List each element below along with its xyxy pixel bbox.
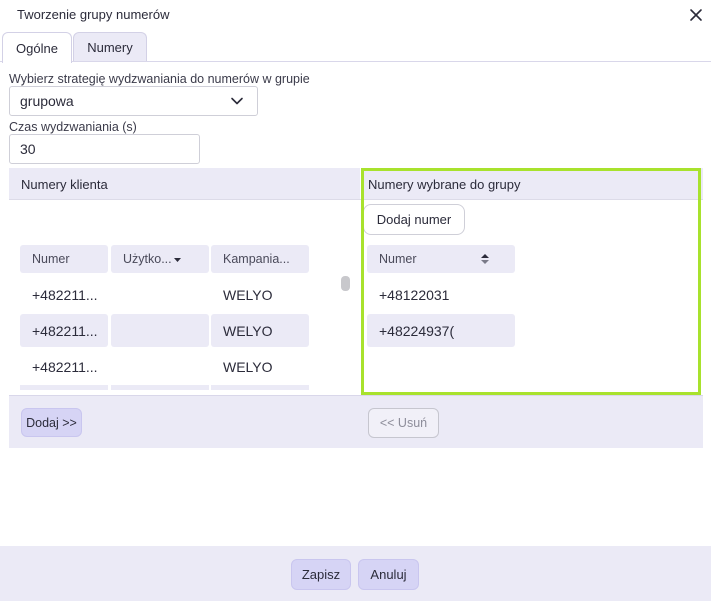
tab-general[interactable]: Ogólne	[2, 32, 72, 63]
client-numbers-header: Numery klienta	[9, 168, 360, 200]
close-icon[interactable]	[688, 7, 704, 23]
panel-divider	[9, 199, 703, 200]
table-cell-user[interactable]	[111, 278, 209, 311]
column-header-selected-number-label: Numer	[379, 252, 417, 266]
table-cell-number[interactable]: +482211...	[20, 278, 108, 311]
table-cell-number[interactable]: +482211...	[20, 314, 108, 347]
chevron-down-icon[interactable]	[230, 94, 244, 108]
table-cell-number[interactable]: +482211...	[20, 350, 108, 383]
table-cell-user[interactable]	[111, 350, 209, 383]
strategy-select[interactable]: grupowa	[9, 86, 258, 116]
sort-icon	[481, 254, 489, 264]
save-button[interactable]: Zapisz	[291, 559, 351, 590]
add-number-button[interactable]: Dodaj numer	[363, 204, 465, 235]
column-header-user[interactable]: Użytko...	[111, 245, 209, 273]
scrollbar-thumb[interactable]	[341, 276, 350, 291]
column-header-campaign[interactable]: Kampania...	[211, 245, 309, 273]
dialog-footer	[0, 546, 711, 601]
table-cell-campaign[interactable]: WELYO	[211, 314, 309, 347]
column-header-user-label: Użytko...	[123, 252, 172, 266]
table-cell-campaign[interactable]: WELYO	[211, 350, 309, 383]
selected-numbers-title: Numery wybrane do grupy	[368, 176, 521, 192]
column-header-number-label: Numer	[32, 252, 70, 266]
cancel-button[interactable]: Anuluj	[358, 559, 419, 590]
strategy-label: Wybierz strategię wydzwaniania do numeró…	[9, 72, 310, 86]
selected-number-cell[interactable]: +48224937(	[367, 314, 515, 347]
table-row-partial	[20, 385, 108, 390]
selected-number-cell[interactable]: +48122031	[367, 278, 515, 311]
tabs-divider	[0, 61, 711, 62]
dial-time-input[interactable]	[9, 134, 200, 164]
column-header-campaign-label: Kampania...	[223, 252, 290, 266]
tab-numbers[interactable]: Numery	[73, 32, 147, 62]
transfer-actions-bar	[9, 395, 703, 448]
sort-desc-icon	[173, 257, 181, 262]
table-row-partial	[211, 385, 309, 390]
column-header-number[interactable]: Numer	[20, 245, 108, 273]
selected-numbers-header: Numery wybrane do grupy	[361, 168, 703, 200]
client-numbers-title: Numery klienta	[21, 176, 108, 192]
dialog-title: Tworzenie grupy numerów	[17, 7, 170, 22]
add-to-group-button[interactable]: Dodaj >>	[21, 408, 82, 437]
remove-from-group-button: << Usuń	[368, 408, 439, 438]
dial-time-label: Czas wydzwaniania (s)	[9, 120, 137, 134]
strategy-select-value: grupowa	[20, 93, 74, 109]
table-cell-campaign[interactable]: WELYO	[211, 278, 309, 311]
column-header-selected-number[interactable]: Numer	[367, 245, 515, 273]
table-cell-user[interactable]	[111, 314, 209, 347]
table-row-partial	[111, 385, 209, 390]
